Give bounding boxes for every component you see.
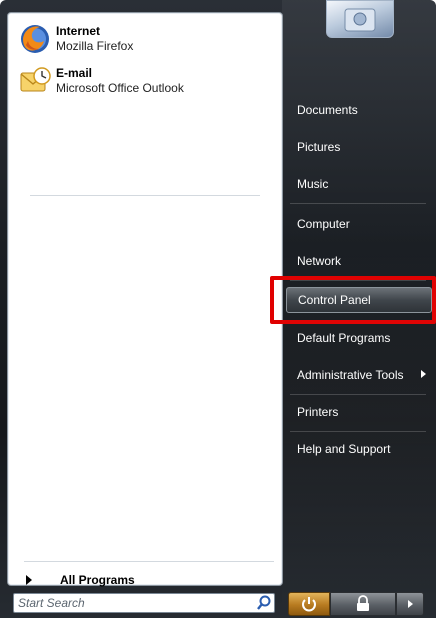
pinned-subtitle: Mozilla Firefox [56, 39, 134, 53]
power-button[interactable] [288, 592, 330, 616]
all-programs-button[interactable]: All Programs [20, 569, 270, 591]
link-label: Default Programs [297, 331, 391, 345]
link-label: Network [297, 254, 342, 268]
link-help-and-support[interactable]: Help and Support [286, 436, 432, 462]
pinned-item-email[interactable]: E-mail Microsoft Office Outlook [18, 63, 268, 99]
lock-icon [357, 595, 369, 611]
start-menu: Internet Mozilla Firefox E-mail Microsof… [0, 0, 436, 618]
arrow-right-icon [26, 575, 32, 585]
pinned-item-internet[interactable]: Internet Mozilla Firefox [18, 21, 268, 57]
pinned-separator [30, 195, 260, 196]
programs-pane: Internet Mozilla Firefox E-mail Microsof… [7, 12, 283, 587]
link-label: Documents [297, 103, 358, 117]
lock-button[interactable] [330, 592, 396, 616]
link-default-programs[interactable]: Default Programs [286, 325, 432, 351]
link-administrative-tools[interactable]: Administrative Tools [286, 362, 432, 388]
right-separator [290, 280, 426, 281]
link-documents[interactable]: Documents [286, 97, 432, 123]
search-icon[interactable] [254, 594, 274, 612]
right-separator [290, 431, 426, 432]
arrow-right-icon [421, 370, 426, 378]
right-separator [290, 394, 426, 395]
link-label: Pictures [297, 140, 341, 154]
link-label: Administrative Tools [297, 368, 404, 382]
outlook-icon [18, 64, 52, 98]
all-programs-separator [24, 561, 274, 562]
start-search-box [13, 593, 275, 613]
link-control-panel[interactable]: Control Panel [286, 287, 432, 313]
link-label: Music [297, 177, 329, 191]
link-printers[interactable]: Printers [286, 399, 432, 425]
link-pictures[interactable]: Pictures [286, 134, 432, 160]
link-label: Control Panel [298, 293, 371, 307]
link-computer[interactable]: Computer [286, 211, 432, 237]
right-separator [290, 203, 426, 204]
link-music[interactable]: Music [286, 171, 432, 197]
user-picture[interactable] [326, 0, 394, 38]
pinned-title: Internet [56, 24, 101, 38]
link-label: Printers [297, 405, 339, 419]
power-icon [302, 597, 316, 612]
arrow-right-icon [408, 600, 413, 608]
pinned-subtitle: Microsoft Office Outlook [56, 81, 184, 95]
link-label: Computer [297, 217, 350, 231]
firefox-icon [18, 22, 52, 56]
link-network[interactable]: Network [286, 248, 432, 274]
more-options-button[interactable] [396, 592, 424, 616]
pinned-title: E-mail [56, 66, 93, 80]
link-label: Help and Support [297, 442, 391, 456]
search-input[interactable] [14, 594, 254, 612]
all-programs-label: All Programs [60, 573, 135, 587]
